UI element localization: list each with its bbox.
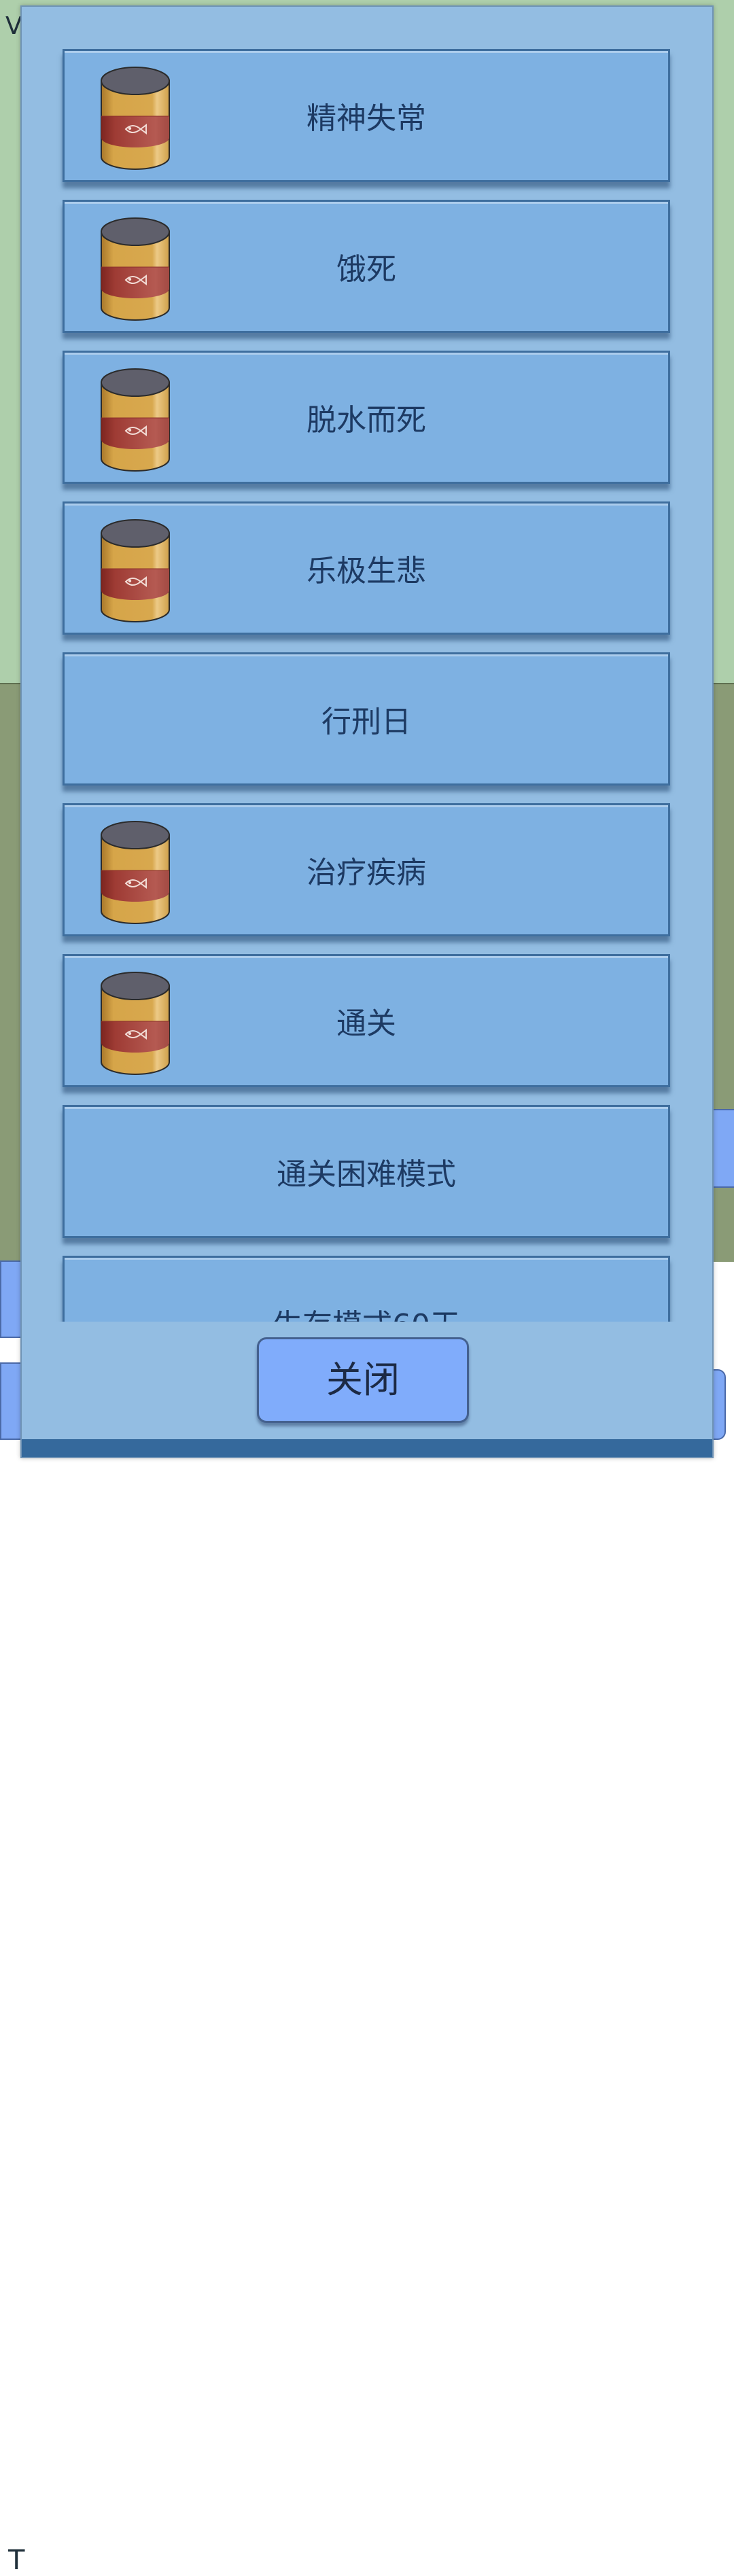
close-button[interactable]: 关闭 bbox=[257, 1337, 469, 1423]
achievement-item[interactable]: 行刑日 bbox=[63, 652, 670, 786]
achievement-label: 精神失常 bbox=[307, 101, 426, 136]
achievement-item[interactable]: 乐极生悲 bbox=[63, 501, 670, 635]
achievement-list[interactable]: 精神失常 饿死 脱水而死 乐极生悲 行刑日 治疗疾病 通关 通关困难模式 bbox=[22, 7, 712, 1322]
achievement-item[interactable]: 饿死 bbox=[63, 200, 670, 333]
achievement-item[interactable]: 通关 bbox=[63, 954, 670, 1087]
achievement-label: 饿死 bbox=[336, 252, 396, 287]
achievement-label: 行刑日 bbox=[321, 705, 411, 739]
achievement-item[interactable]: 通关困难模式 bbox=[63, 1105, 670, 1238]
achievement-label: 通关 bbox=[336, 1006, 396, 1041]
dialog-bottom-bar bbox=[22, 1439, 712, 1457]
achievement-item[interactable]: 治疗疾病 bbox=[63, 803, 670, 936]
achievement-item[interactable]: 脱水而死 bbox=[63, 351, 670, 484]
achievement-label: 生存模式60天 bbox=[65, 1301, 668, 1322]
background-partial-text: V bbox=[5, 12, 22, 40]
achievement-item[interactable]: 精神失常 bbox=[63, 49, 670, 182]
achievement-label: 治疗疾病 bbox=[307, 855, 426, 890]
achievements-dialog: 精神失常 饿死 脱水而死 乐极生悲 行刑日 治疗疾病 通关 通关困难模式 关闭 bbox=[20, 5, 714, 1458]
background-partial-text: T bbox=[8, 2545, 25, 2576]
achievement-item[interactable]: 生存模式60天 bbox=[63, 1256, 670, 1322]
achievement-label: 通关困难模式 bbox=[277, 1157, 456, 1192]
background-button-right bbox=[711, 1109, 734, 1188]
achievement-label: 脱水而死 bbox=[307, 403, 426, 438]
achievement-label: 乐极生悲 bbox=[307, 554, 426, 588]
